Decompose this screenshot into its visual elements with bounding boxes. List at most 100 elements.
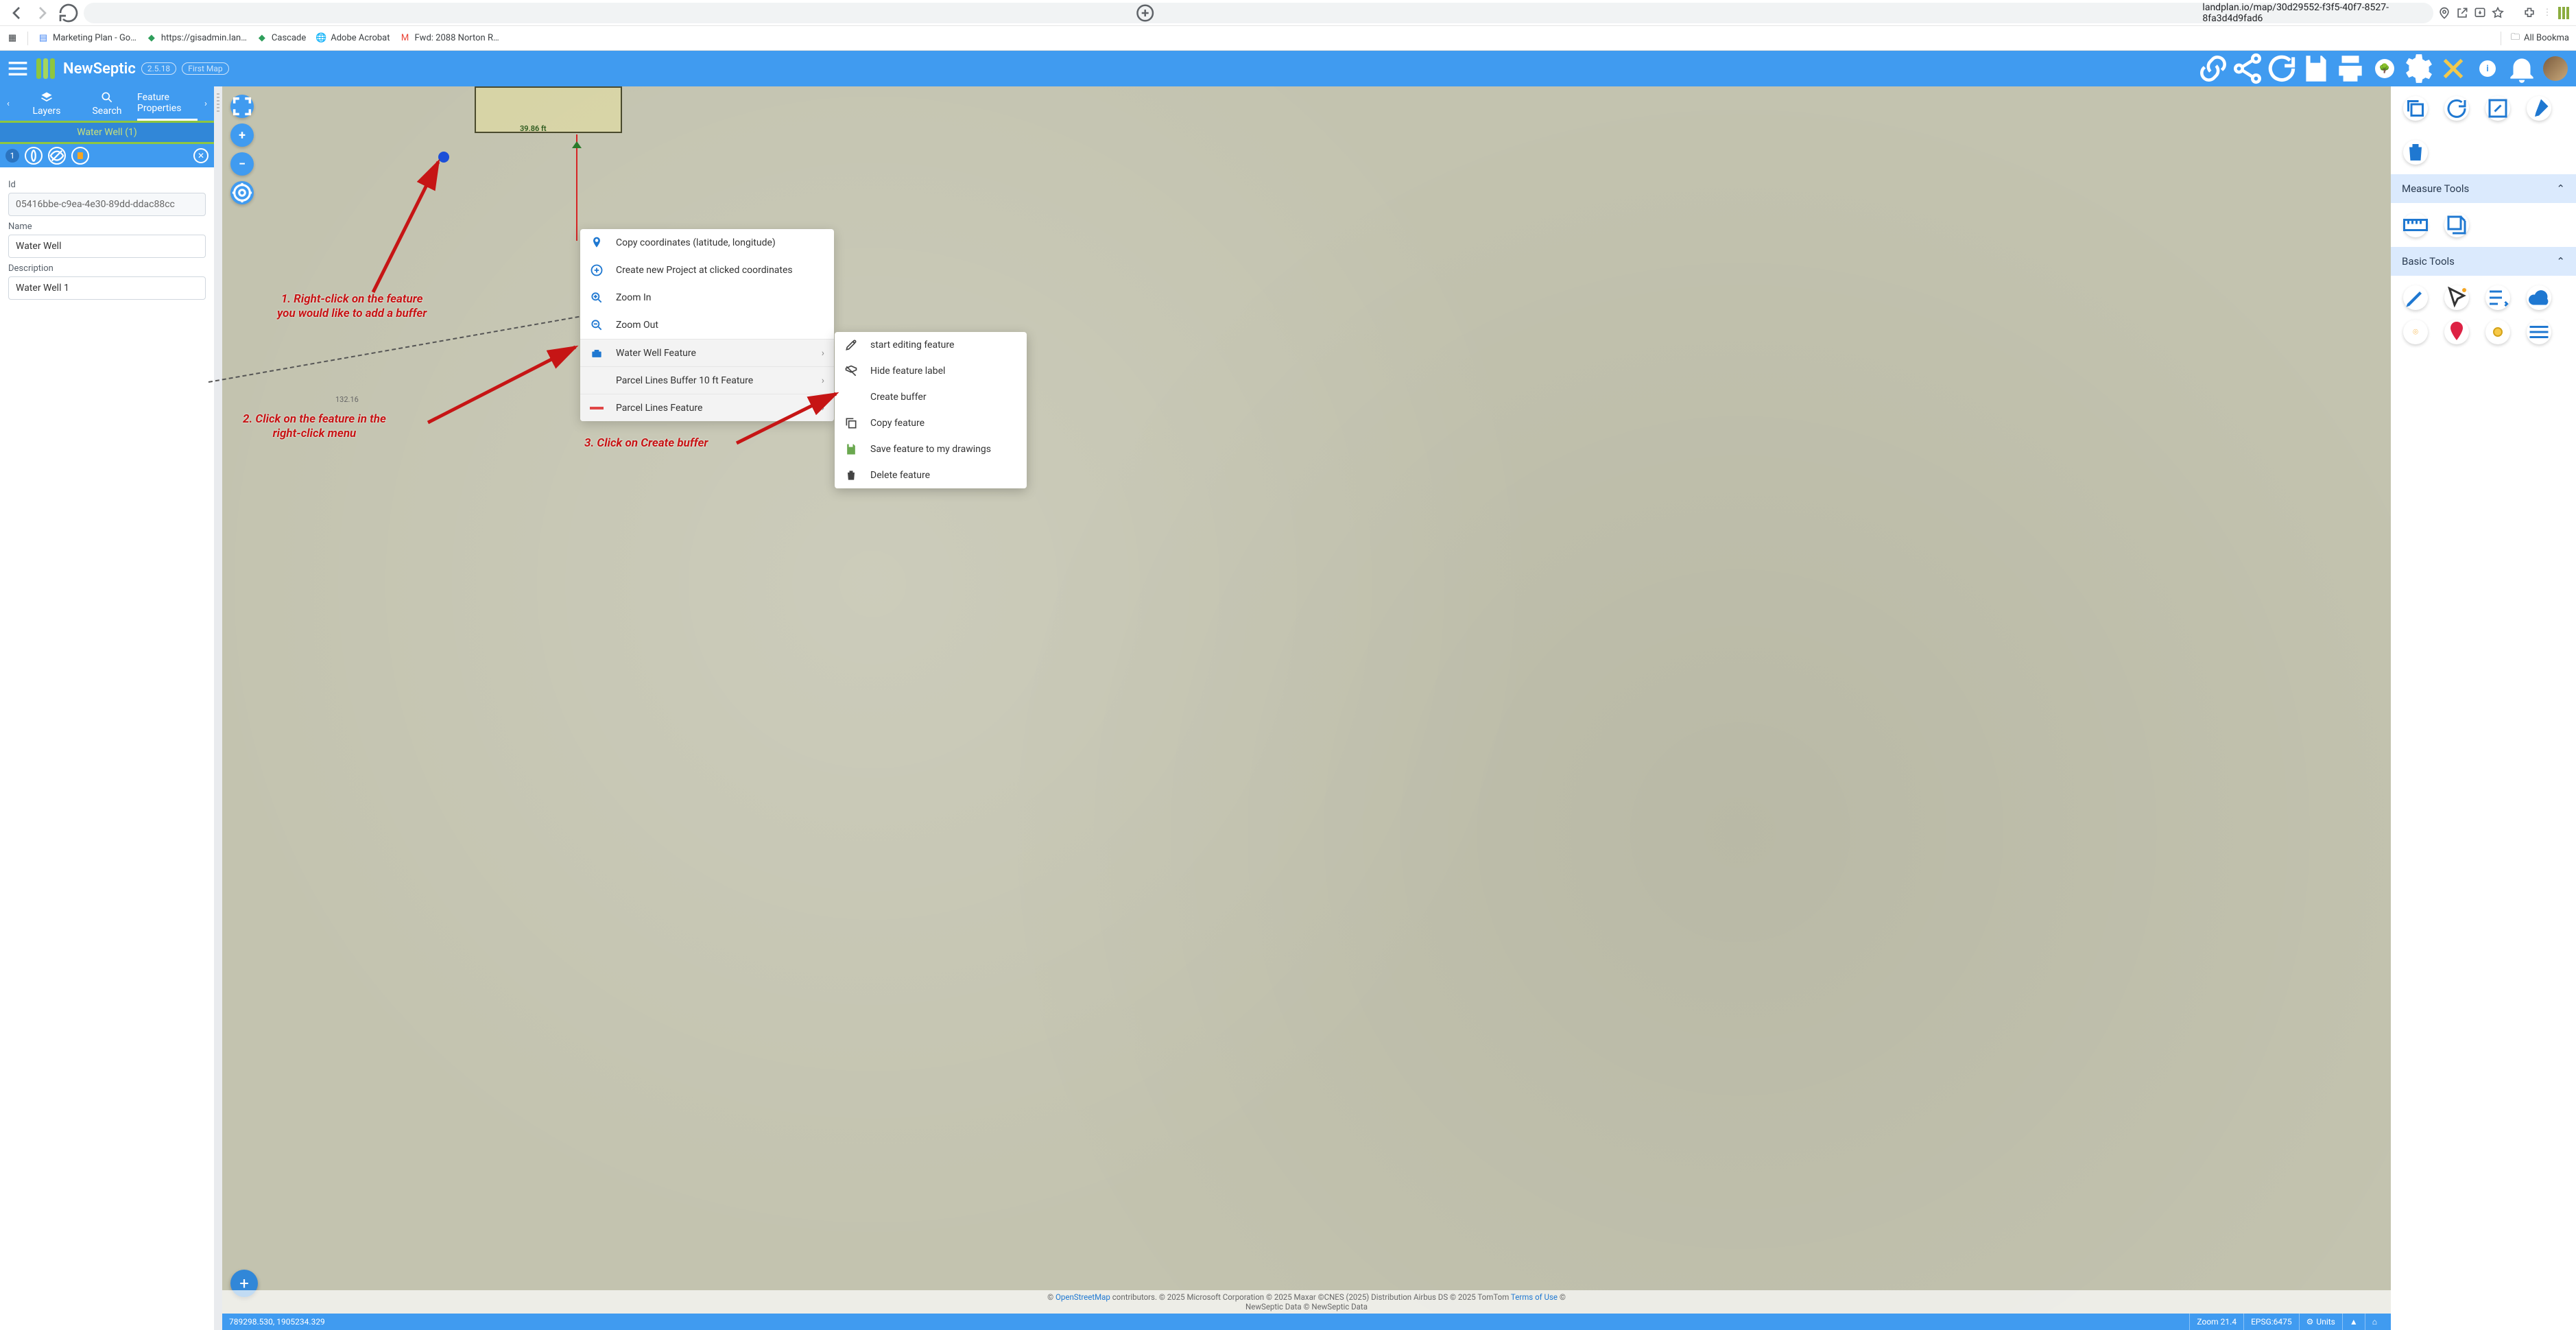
tab-label: Layers bbox=[33, 106, 61, 117]
save-icon bbox=[844, 442, 858, 456]
avatar[interactable] bbox=[2543, 56, 2568, 81]
install-icon[interactable] bbox=[2473, 6, 2487, 20]
bookmark-item[interactable]: ◆Cascade bbox=[257, 33, 306, 44]
compass-tool[interactable]: ⌾ bbox=[2403, 320, 2428, 344]
status-units[interactable]: ⚙ Units bbox=[2299, 1314, 2342, 1330]
status-zoom[interactable]: Zoom 21.4 bbox=[2189, 1314, 2243, 1330]
brush-tool[interactable] bbox=[2527, 96, 2551, 121]
tab-layers[interactable]: Layers bbox=[16, 86, 77, 121]
info-button[interactable]: i bbox=[2470, 51, 2505, 86]
settings-button[interactable] bbox=[2402, 51, 2436, 86]
parcel-polygon[interactable] bbox=[475, 86, 622, 133]
apps-button[interactable]: ▦ bbox=[7, 33, 18, 44]
cloud-tool[interactable] bbox=[2527, 285, 2551, 310]
star-icon[interactable] bbox=[2491, 6, 2505, 20]
pencil-tool[interactable] bbox=[2403, 285, 2428, 310]
notifications-button[interactable] bbox=[2505, 51, 2539, 86]
bounds-tool[interactable] bbox=[2485, 96, 2510, 121]
share-button[interactable] bbox=[2230, 51, 2265, 86]
status-coords: 789298.530, 1905234.329 bbox=[229, 1317, 2189, 1327]
ruler-tool[interactable] bbox=[2403, 213, 2428, 237]
save-button[interactable] bbox=[2299, 51, 2333, 86]
layers-icon bbox=[40, 91, 53, 104]
tree-button[interactable]: 🌳 bbox=[2368, 51, 2402, 86]
ctx-new-project[interactable]: Create new Project at clicked coordinate… bbox=[580, 257, 834, 284]
open-new-icon[interactable] bbox=[2455, 6, 2469, 20]
osm-link[interactable]: OpenStreetMap bbox=[1056, 1292, 1110, 1302]
tab-search[interactable]: Search bbox=[77, 86, 137, 121]
pin-icon bbox=[590, 236, 604, 250]
annotation-2: 2. Click on the feature in theright-clic… bbox=[243, 412, 386, 442]
landplan-ext-icon[interactable] bbox=[2558, 7, 2571, 19]
bookmark-item[interactable]: MFwd: 2088 Norton R… bbox=[400, 33, 499, 44]
basic-tools-1 bbox=[2391, 276, 2576, 320]
bookmark-item[interactable]: ◆https://gisadmin.lan… bbox=[146, 33, 247, 44]
feature-header: Water Well (1) bbox=[0, 121, 214, 144]
tab-feature-props[interactable]: Feature Properties bbox=[137, 86, 198, 121]
sub-create-buffer[interactable]: Create buffer bbox=[835, 384, 1027, 410]
sub-label: Save feature to my drawings bbox=[870, 444, 991, 455]
fullscreen-button[interactable] bbox=[230, 95, 254, 118]
tabs-prev[interactable]: ‹ bbox=[0, 86, 16, 121]
status-epsg[interactable]: EPSG:6475 bbox=[2243, 1314, 2299, 1330]
feature-tool-select[interactable] bbox=[71, 147, 89, 165]
sub-delete[interactable]: Delete feature bbox=[835, 462, 1027, 488]
locate-button[interactable] bbox=[230, 181, 254, 204]
menu-icon[interactable]: ⋮ bbox=[2540, 6, 2554, 20]
id-field[interactable] bbox=[8, 193, 206, 216]
print-button[interactable] bbox=[2333, 51, 2368, 86]
ctx-water-well[interactable]: Water Well Feature › bbox=[580, 339, 834, 366]
section-measure[interactable]: Measure Tools⌃ bbox=[2391, 174, 2576, 203]
cursor-tool[interactable] bbox=[2444, 285, 2469, 310]
ctx-copy-coords[interactable]: Copy coordinates (latitude, longitude) bbox=[580, 229, 834, 257]
all-bookmarks[interactable]: 🗀All Bookma bbox=[2511, 31, 2569, 46]
location-icon[interactable] bbox=[2437, 6, 2451, 20]
pin-tool[interactable] bbox=[2444, 320, 2469, 344]
tool-row-1 bbox=[2391, 86, 2576, 130]
feature-tool-highlight[interactable] bbox=[25, 147, 43, 165]
back-button[interactable] bbox=[5, 2, 27, 24]
sub-label: Delete feature bbox=[870, 470, 930, 481]
status-home[interactable]: ⌂ bbox=[2365, 1314, 2384, 1330]
name-field[interactable] bbox=[8, 235, 206, 258]
link-button[interactable] bbox=[2196, 51, 2230, 86]
ctx-zoom-out[interactable]: Zoom Out bbox=[580, 311, 834, 339]
sub-edit[interactable]: start editing feature bbox=[835, 332, 1027, 358]
forward-button[interactable] bbox=[32, 2, 53, 24]
description-field[interactable] bbox=[8, 276, 206, 300]
reload-button[interactable] bbox=[58, 2, 80, 24]
zoom-out-button[interactable]: − bbox=[230, 152, 254, 176]
tab-label: Search bbox=[92, 106, 121, 117]
tools-button[interactable] bbox=[2436, 51, 2470, 86]
app-header: NewSeptic 2.5.18 First Map 🌳 i bbox=[0, 51, 2576, 86]
ctx-zoom-in[interactable]: Zoom In bbox=[580, 284, 834, 311]
sub-copy[interactable]: Copy feature bbox=[835, 410, 1027, 436]
menu-button[interactable] bbox=[4, 55, 32, 82]
sub-hide-label[interactable]: Hide feature label bbox=[835, 358, 1027, 384]
map-canvas[interactable] bbox=[222, 86, 2391, 1330]
feature-line[interactable] bbox=[576, 134, 577, 241]
url-bar[interactable]: landplan.io/map/30d29552-f3f5-40f7-8527-… bbox=[84, 3, 2433, 23]
list-tool[interactable] bbox=[2485, 285, 2510, 310]
sub-save[interactable]: Save feature to my drawings bbox=[835, 436, 1027, 462]
feature-close[interactable]: ✕ bbox=[193, 148, 208, 163]
more-tool[interactable] bbox=[2527, 320, 2551, 344]
bookmark-item[interactable]: 🌐Adobe Acrobat bbox=[315, 33, 390, 44]
rotate-tool[interactable] bbox=[2444, 96, 2469, 121]
section-basic[interactable]: Basic Tools⌃ bbox=[2391, 247, 2576, 276]
sidebar-resizer[interactable] bbox=[214, 86, 222, 1330]
refresh-button[interactable] bbox=[2265, 51, 2299, 86]
terms-link[interactable]: Terms of Use bbox=[1511, 1292, 1558, 1302]
feature-tool-visibility[interactable] bbox=[48, 147, 66, 165]
extensions-icon[interactable] bbox=[2523, 6, 2536, 20]
zoom-in-button[interactable]: + bbox=[230, 123, 254, 147]
delete-tool[interactable] bbox=[2403, 140, 2428, 165]
bookmark-item[interactable]: ▤Marketing Plan - Go… bbox=[38, 33, 136, 44]
status-north[interactable]: ▲ bbox=[2342, 1314, 2365, 1330]
map-chip[interactable]: First Map bbox=[182, 62, 228, 75]
copy-tool[interactable] bbox=[2403, 96, 2428, 121]
export-tool[interactable] bbox=[2444, 213, 2469, 237]
map[interactable]: 39.86 ft 132.16 + − + Copy coordinates (… bbox=[222, 86, 2391, 1330]
circle-tool[interactable] bbox=[2485, 320, 2510, 344]
tabs-next[interactable]: › bbox=[198, 86, 214, 121]
